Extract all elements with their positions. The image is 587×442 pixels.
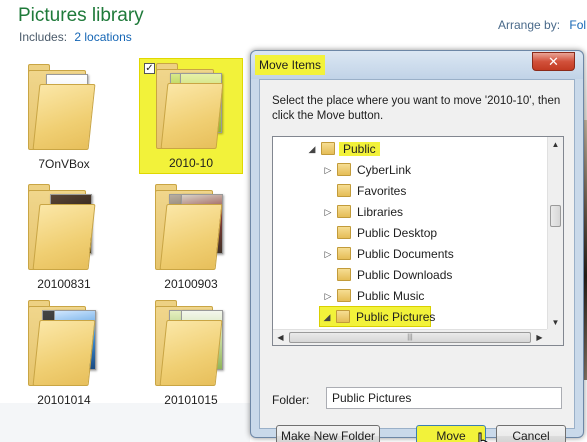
scroll-down-arrow-icon[interactable]: ▼ xyxy=(548,315,563,330)
vertical-scrollbar[interactable]: ▲ ▼ xyxy=(547,137,563,330)
collapse-arrow-icon[interactable]: ◢ xyxy=(322,311,332,323)
tree-item-public-desktop[interactable]: Public Desktop xyxy=(273,223,549,244)
folder-icon xyxy=(156,63,226,149)
folder-icon xyxy=(28,64,98,150)
folder-icon xyxy=(155,184,225,270)
includes-label: Includes: xyxy=(19,30,68,44)
folder-icon xyxy=(321,142,335,155)
scroll-right-arrow-icon[interactable]: ▶ xyxy=(532,330,547,345)
folder-tree[interactable]: ◢ Public ▷ CyberLink Favorites ▷ Librari… xyxy=(272,136,564,346)
folder-tile-20100831[interactable]: 20100831 xyxy=(12,180,116,296)
arrange-by: Arrange by: Fol xyxy=(498,18,586,32)
tile-label: 20100903 xyxy=(164,277,218,291)
folder-icon xyxy=(336,310,350,323)
folder-field-label: Folder: xyxy=(272,393,310,407)
cancel-button[interactable]: Cancel xyxy=(496,425,566,442)
folder-icon xyxy=(337,184,351,197)
tree-item-label: Public Pictures xyxy=(356,310,436,324)
arrange-by-value[interactable]: Fol xyxy=(569,18,586,32)
expand-arrow-icon[interactable]: ▷ xyxy=(323,164,333,176)
tree-item-label: CyberLink xyxy=(357,163,412,177)
dialog-body: Select the place where you want to move … xyxy=(259,79,575,442)
tree-item-label: Public Documents xyxy=(357,247,454,261)
expand-arrow-icon[interactable]: ▷ xyxy=(323,248,333,260)
arrange-by-label: Arrange by: xyxy=(498,18,561,32)
close-icon: ✕ xyxy=(548,54,559,69)
dialog-title: Move Items xyxy=(255,55,326,75)
folder-tile-20100903[interactable]: 20100903 xyxy=(139,180,243,296)
tile-label: 2010-10 xyxy=(168,156,214,170)
tree-item-public-downloads[interactable]: Public Downloads xyxy=(273,265,549,286)
folder-icon xyxy=(337,289,351,302)
folder-icon xyxy=(337,226,351,239)
tree-item-favorites[interactable]: Favorites xyxy=(273,181,549,202)
tree-item-public-documents[interactable]: ▷ Public Documents xyxy=(273,244,549,265)
checkbox-checked[interactable]: ✓ xyxy=(144,63,155,74)
folder-icon xyxy=(28,184,98,270)
tile-label: 20101015 xyxy=(164,393,218,407)
tree-item-label: Public xyxy=(339,142,380,156)
folder-icon xyxy=(337,247,351,260)
vertical-scroll-thumb[interactable] xyxy=(550,205,561,227)
horizontal-scroll-thumb[interactable]: ||| xyxy=(289,332,531,343)
collapse-arrow-icon[interactable]: ◢ xyxy=(307,143,317,155)
tile-label: 7OnVBox xyxy=(38,157,90,171)
folder-tile-2010-10[interactable]: ✓ 2010-10 xyxy=(139,58,243,174)
move-items-dialog: Move Items ✕ Select the place where you … xyxy=(250,50,584,442)
folder-icon xyxy=(337,163,351,176)
scrollbar-corner xyxy=(547,329,563,345)
folder-tile-7onvbox[interactable]: 7OnVBox xyxy=(12,60,116,176)
tree-item-public-pictures[interactable]: ◢ Public Pictures xyxy=(319,306,435,327)
tree-item-public[interactable]: ◢ Public xyxy=(273,139,549,160)
horizontal-scrollbar[interactable]: ◀ ||| ▶ xyxy=(273,329,547,345)
folder-icon xyxy=(337,205,351,218)
folder-tile-20101015[interactable]: 20101015 xyxy=(139,296,243,412)
scroll-left-arrow-icon[interactable]: ◀ xyxy=(273,330,288,345)
folder-icon xyxy=(28,300,98,386)
expand-arrow-icon[interactable]: ▷ xyxy=(323,206,333,218)
tile-label: 20101014 xyxy=(37,393,91,407)
dialog-titlebar[interactable]: Move Items ✕ xyxy=(251,51,583,79)
close-button[interactable]: ✕ xyxy=(532,52,575,71)
folder-icon xyxy=(337,268,351,281)
expand-arrow-icon[interactable]: ▷ xyxy=(323,290,333,302)
tree-item-label: Public Downloads xyxy=(357,268,453,282)
tree-item-libraries[interactable]: ▷ Libraries xyxy=(273,202,549,223)
tree-item-public-music[interactable]: ▷ Public Music xyxy=(273,286,549,307)
folder-icon xyxy=(155,300,225,386)
make-new-folder-button[interactable]: Make New Folder xyxy=(276,425,380,442)
folder-field[interactable] xyxy=(326,387,562,409)
tree-item-label: Public Desktop xyxy=(357,226,438,240)
dialog-prompt: Select the place where you want to move … xyxy=(272,95,561,122)
includes-locations-link[interactable]: 2 locations xyxy=(74,30,131,44)
tree-item-label: Public Music xyxy=(357,289,425,303)
folder-tile-20101014[interactable]: 20101014 xyxy=(12,296,116,412)
tree-item-label: Favorites xyxy=(357,184,407,198)
scroll-up-arrow-icon[interactable]: ▲ xyxy=(548,137,563,152)
hand-cursor-icon xyxy=(478,432,488,442)
tree-item-label: Libraries xyxy=(357,205,404,219)
library-title: Pictures library xyxy=(18,5,144,26)
tile-label: 20100831 xyxy=(37,277,91,291)
library-includes: Includes: 2 locations xyxy=(19,30,132,44)
tree-item-cyberlink[interactable]: ▷ CyberLink xyxy=(273,160,549,181)
